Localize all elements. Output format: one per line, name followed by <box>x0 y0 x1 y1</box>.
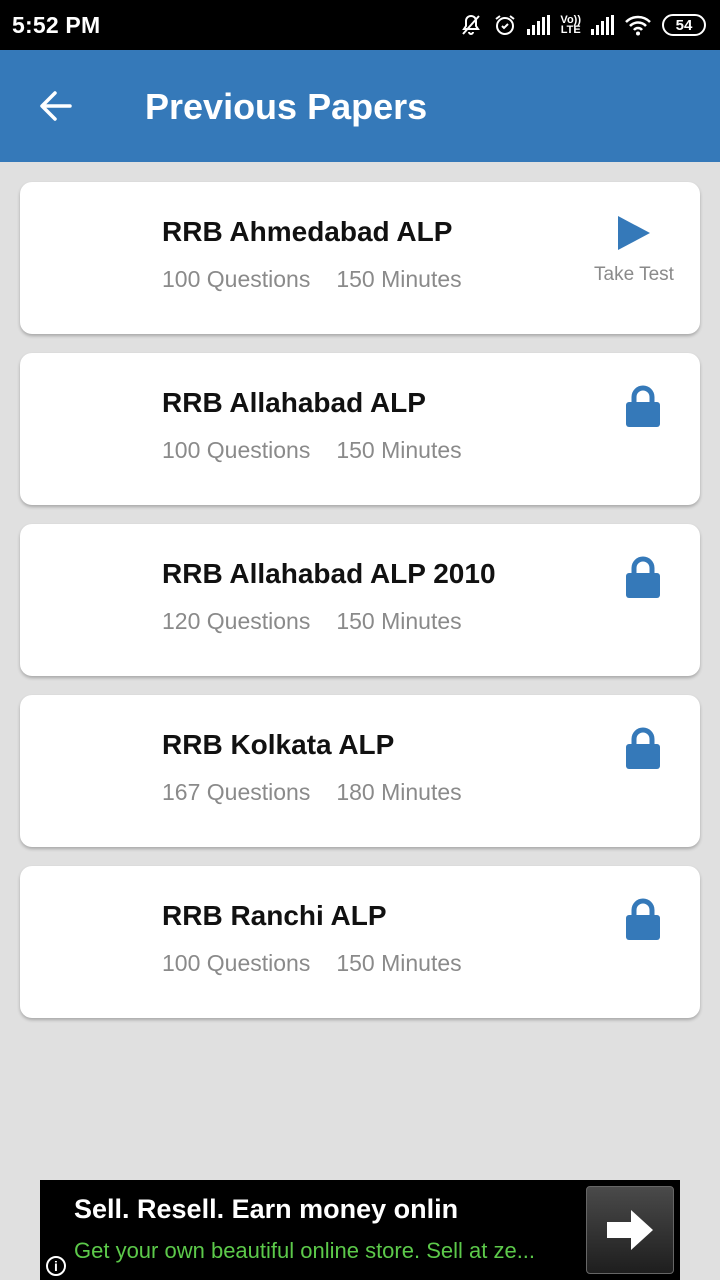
paper-title: RRB Ranchi ALP <box>162 900 387 931</box>
duration: 150 Minutes <box>336 266 462 292</box>
status-bar: 5:52 PM Vo)) LTE 54 <box>0 0 720 50</box>
take-test-label: Take Test <box>594 264 674 285</box>
play-icon <box>618 216 650 250</box>
paper-card[interactable]: RRB Ranchi ALP 100 Questions 150 Minutes <box>20 866 700 1018</box>
arrow-right-icon <box>607 1210 653 1250</box>
volte-icon: Vo)) LTE <box>560 15 581 36</box>
question-count: 100 Questions <box>162 950 311 976</box>
lock-icon[interactable] <box>626 898 660 940</box>
status-icons: Vo)) LTE 54 <box>459 10 706 40</box>
app-bar: Previous Papers <box>0 50 720 162</box>
battery-level: 54 <box>675 16 693 34</box>
question-count: 100 Questions <box>162 437 311 463</box>
alarm-icon <box>493 13 517 37</box>
signal-icon <box>527 15 551 35</box>
duration: 180 Minutes <box>336 779 462 805</box>
paper-list: RRB Ahmedabad ALP 100 Questions 150 Minu… <box>20 182 700 1037</box>
take-test-button[interactable]: Take Test <box>586 212 682 286</box>
ad-banner[interactable]: Sell. Resell. Earn money onlin Get your … <box>40 1180 680 1280</box>
lte-label: LTE <box>560 24 581 36</box>
paper-title: RRB Ahmedabad ALP <box>162 216 453 247</box>
ad-cta-button[interactable] <box>586 1186 674 1274</box>
paper-card[interactable]: RRB Allahabad ALP 100 Questions 150 Minu… <box>20 353 700 505</box>
info-icon[interactable]: i <box>46 1256 66 1276</box>
ad-title[interactable]: Sell. Resell. Earn money onlin <box>74 1194 458 1225</box>
back-button[interactable] <box>28 78 84 134</box>
paper-meta: 100 Questions 150 Minutes <box>162 950 462 977</box>
duration: 150 Minutes <box>336 608 462 634</box>
question-count: 120 Questions <box>162 608 311 634</box>
paper-title: RRB Allahabad ALP <box>162 387 426 418</box>
duration: 150 Minutes <box>336 950 462 976</box>
notifications-muted-icon <box>459 13 483 37</box>
paper-meta: 120 Questions 150 Minutes <box>162 608 462 635</box>
lock-icon[interactable] <box>626 556 660 598</box>
paper-meta: 100 Questions 150 Minutes <box>162 437 462 464</box>
wifi-icon <box>624 14 652 36</box>
paper-title: RRB Allahabad ALP 2010 <box>162 558 496 589</box>
paper-meta: 167 Questions 180 Minutes <box>162 779 462 806</box>
paper-meta: 100 Questions 150 Minutes <box>162 266 462 293</box>
question-count: 167 Questions <box>162 779 311 805</box>
arrow-left-icon <box>40 91 72 121</box>
lock-icon[interactable] <box>626 385 660 427</box>
ad-subtitle[interactable]: Get your own beautiful online store. Sel… <box>74 1238 535 1264</box>
page-title: Previous Papers <box>145 86 428 127</box>
paper-card[interactable]: RRB Kolkata ALP 167 Questions 180 Minute… <box>20 695 700 847</box>
paper-card[interactable]: RRB Allahabad ALP 2010 120 Questions 150… <box>20 524 700 676</box>
paper-title: RRB Kolkata ALP <box>162 729 395 760</box>
duration: 150 Minutes <box>336 437 462 463</box>
paper-card[interactable]: RRB Ahmedabad ALP 100 Questions 150 Minu… <box>20 182 700 334</box>
question-count: 100 Questions <box>162 266 311 292</box>
signal-icon-2 <box>591 15 614 35</box>
battery-icon: 54 <box>662 14 706 36</box>
status-time: 5:52 PM <box>12 12 101 38</box>
lock-icon[interactable] <box>626 727 660 769</box>
